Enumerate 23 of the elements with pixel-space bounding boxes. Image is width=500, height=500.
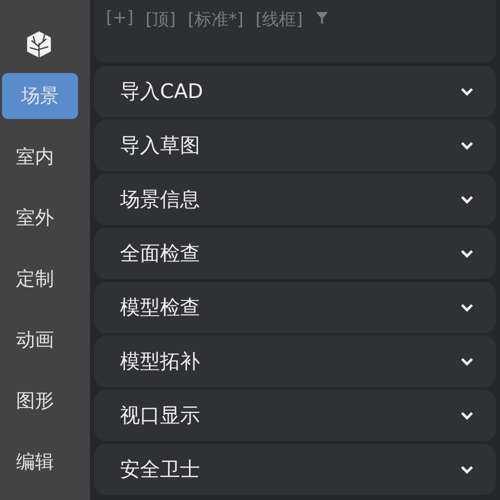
sidebar-tab[interactable]: 编辑 — [2, 439, 78, 485]
accordion-header[interactable]: 全面检查 — [94, 228, 496, 279]
chevron-icon — [460, 86, 474, 96]
chevron-icon — [460, 302, 474, 312]
sidebar-tab[interactable]: 室内 — [2, 134, 78, 180]
filter-icon[interactable] — [314, 11, 329, 25]
accordion-header[interactable]: 导入CAD — [94, 66, 496, 117]
sidebar-tab[interactable]: 图形 — [2, 378, 78, 424]
accordion-header[interactable]: 模型检查 — [94, 282, 496, 333]
chevron-icon — [460, 248, 474, 258]
chevron-icon — [460, 464, 474, 474]
chevron-icon — [460, 410, 474, 420]
chevron-icon — [460, 356, 474, 366]
accordion-header[interactable]: 视口显示 — [94, 390, 496, 441]
accordion-header[interactable]: 模型拓补 — [94, 336, 496, 387]
chevron-icon — [460, 194, 474, 204]
sidebar-tab[interactable]: 室外 — [2, 195, 78, 241]
accordion-header[interactable]: 安全卫士 — [94, 444, 496, 495]
sidebar-tab[interactable]: 动画 — [2, 317, 78, 363]
accordion-header[interactable]: 场景信息 — [94, 174, 496, 225]
accordion-header[interactable]: 导入草图 — [94, 120, 496, 171]
sidebar-tab[interactable]: 定制 — [2, 256, 78, 302]
chevron-icon — [460, 140, 474, 150]
